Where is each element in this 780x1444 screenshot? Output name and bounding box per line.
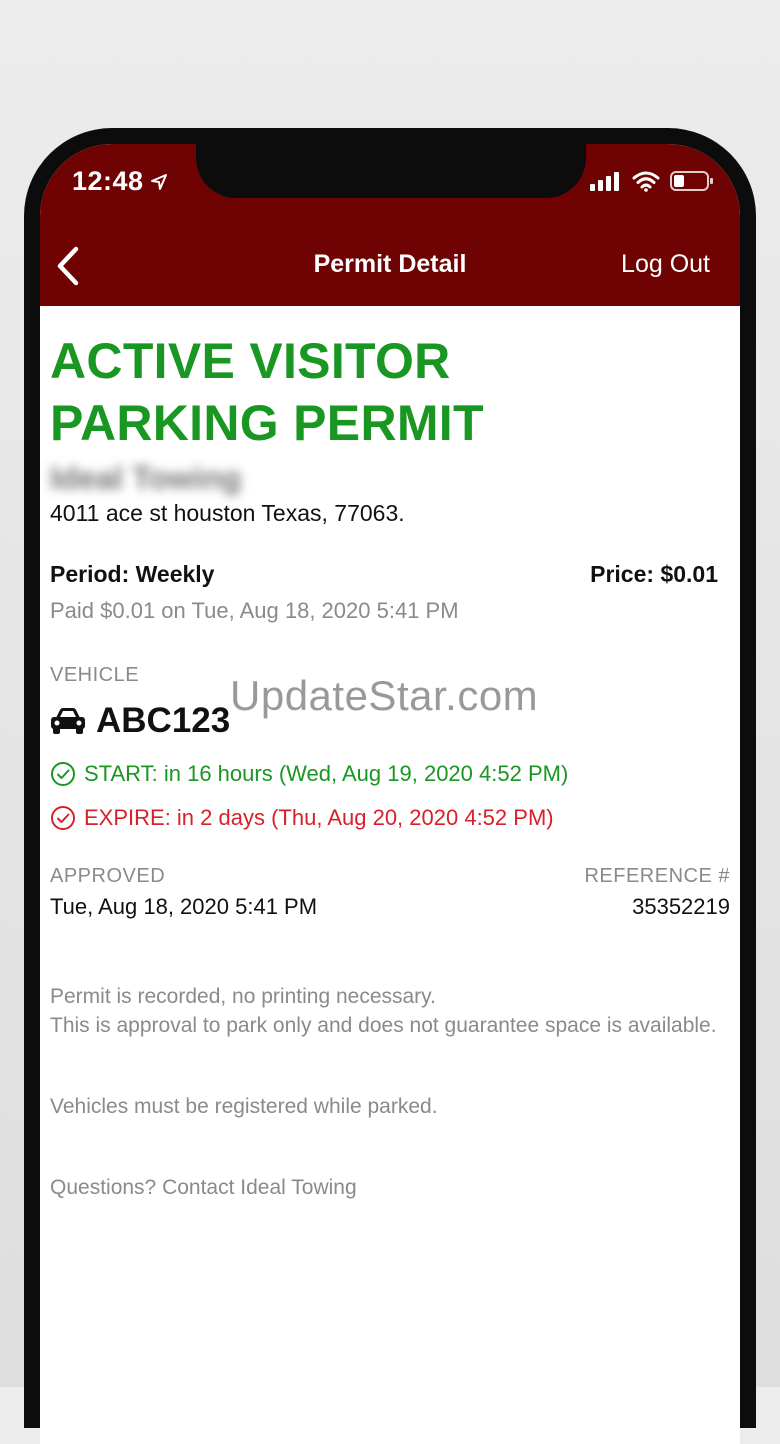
expire-text: EXPIRE: in 2 days (Thu, Aug 20, 2020 4:5… <box>84 805 554 830</box>
device-notch <box>196 144 586 198</box>
payment-info: Paid $0.01 on Tue, Aug 18, 2020 5:41 PM <box>50 598 459 623</box>
phone-frame: 12:48 Permit Detail Log Out ACTIVE VISIT… <box>24 128 756 1444</box>
reference-block: REFERENCE # 35352219 <box>584 865 730 920</box>
signal-icon <box>590 172 619 191</box>
property-address: 4011 ace st houston Texas, 77063. <box>50 500 405 526</box>
app-screen: 12:48 Permit Detail Log Out ACTIVE VISIT… <box>40 144 740 1444</box>
start-text: START: in 16 hours (Wed, Aug 19, 2020 4:… <box>84 761 569 786</box>
permit-expire: EXPIRE: in 2 days (Thu, Aug 20, 2020 4:5… <box>50 805 730 831</box>
status-time-text: 12:48 <box>72 166 144 196</box>
reference-number: 35352219 <box>632 894 730 919</box>
period-text: Period: Weekly <box>50 561 215 587</box>
reference-label: REFERENCE # <box>584 865 730 887</box>
permit-status-headline: ACTIVE VISITOR PARKING PERMIT <box>50 330 730 454</box>
watermark: UpdateStar.com <box>230 672 539 719</box>
note-contact: Questions? Contact Ideal Towing <box>50 1176 357 1199</box>
license-plate: ABC123 <box>96 701 231 740</box>
check-circle-icon <box>51 762 75 786</box>
check-circle-icon <box>51 806 75 830</box>
permit-detail-content: ACTIVE VISITOR PARKING PERMIT Ideal Towi… <box>50 306 730 1202</box>
company-name-blurred: Ideal Towing <box>50 460 242 496</box>
logout-button[interactable]: Log Out <box>621 250 710 279</box>
headline-line-1: ACTIVE VISITOR <box>50 333 451 389</box>
approved-block: APPROVED Tue, Aug 18, 2020 5:41 PM <box>50 865 317 920</box>
car-icon <box>51 708 85 734</box>
period-price-row: Period: Weekly Price: $0.01 <box>50 561 730 588</box>
note-approval: This is approval to park only and does n… <box>50 1014 717 1037</box>
status-indicators <box>590 170 714 192</box>
header-bar: 12:48 Permit Detail Log Out <box>40 144 740 306</box>
location-arrow-icon <box>150 173 167 190</box>
approved-date: Tue, Aug 18, 2020 5:41 PM <box>50 894 318 919</box>
headline-line-2: PARKING PERMIT <box>50 395 484 451</box>
battery-icon <box>670 171 713 191</box>
wifi-icon <box>632 171 660 192</box>
price-text: Price: $0.01 <box>590 561 718 587</box>
status-bar-time: 12:48 <box>72 166 168 197</box>
permit-notes: Permit is recorded, no printing necessar… <box>50 982 730 1202</box>
approval-reference-row: APPROVED Tue, Aug 18, 2020 5:41 PM REFER… <box>50 865 730 920</box>
permit-start: START: in 16 hours (Wed, Aug 19, 2020 4:… <box>50 761 730 787</box>
note-registration: Vehicles must be registered while parked… <box>50 1095 438 1118</box>
note-recorded: Permit is recorded, no printing necessar… <box>50 985 436 1008</box>
approved-label: APPROVED <box>50 865 166 887</box>
